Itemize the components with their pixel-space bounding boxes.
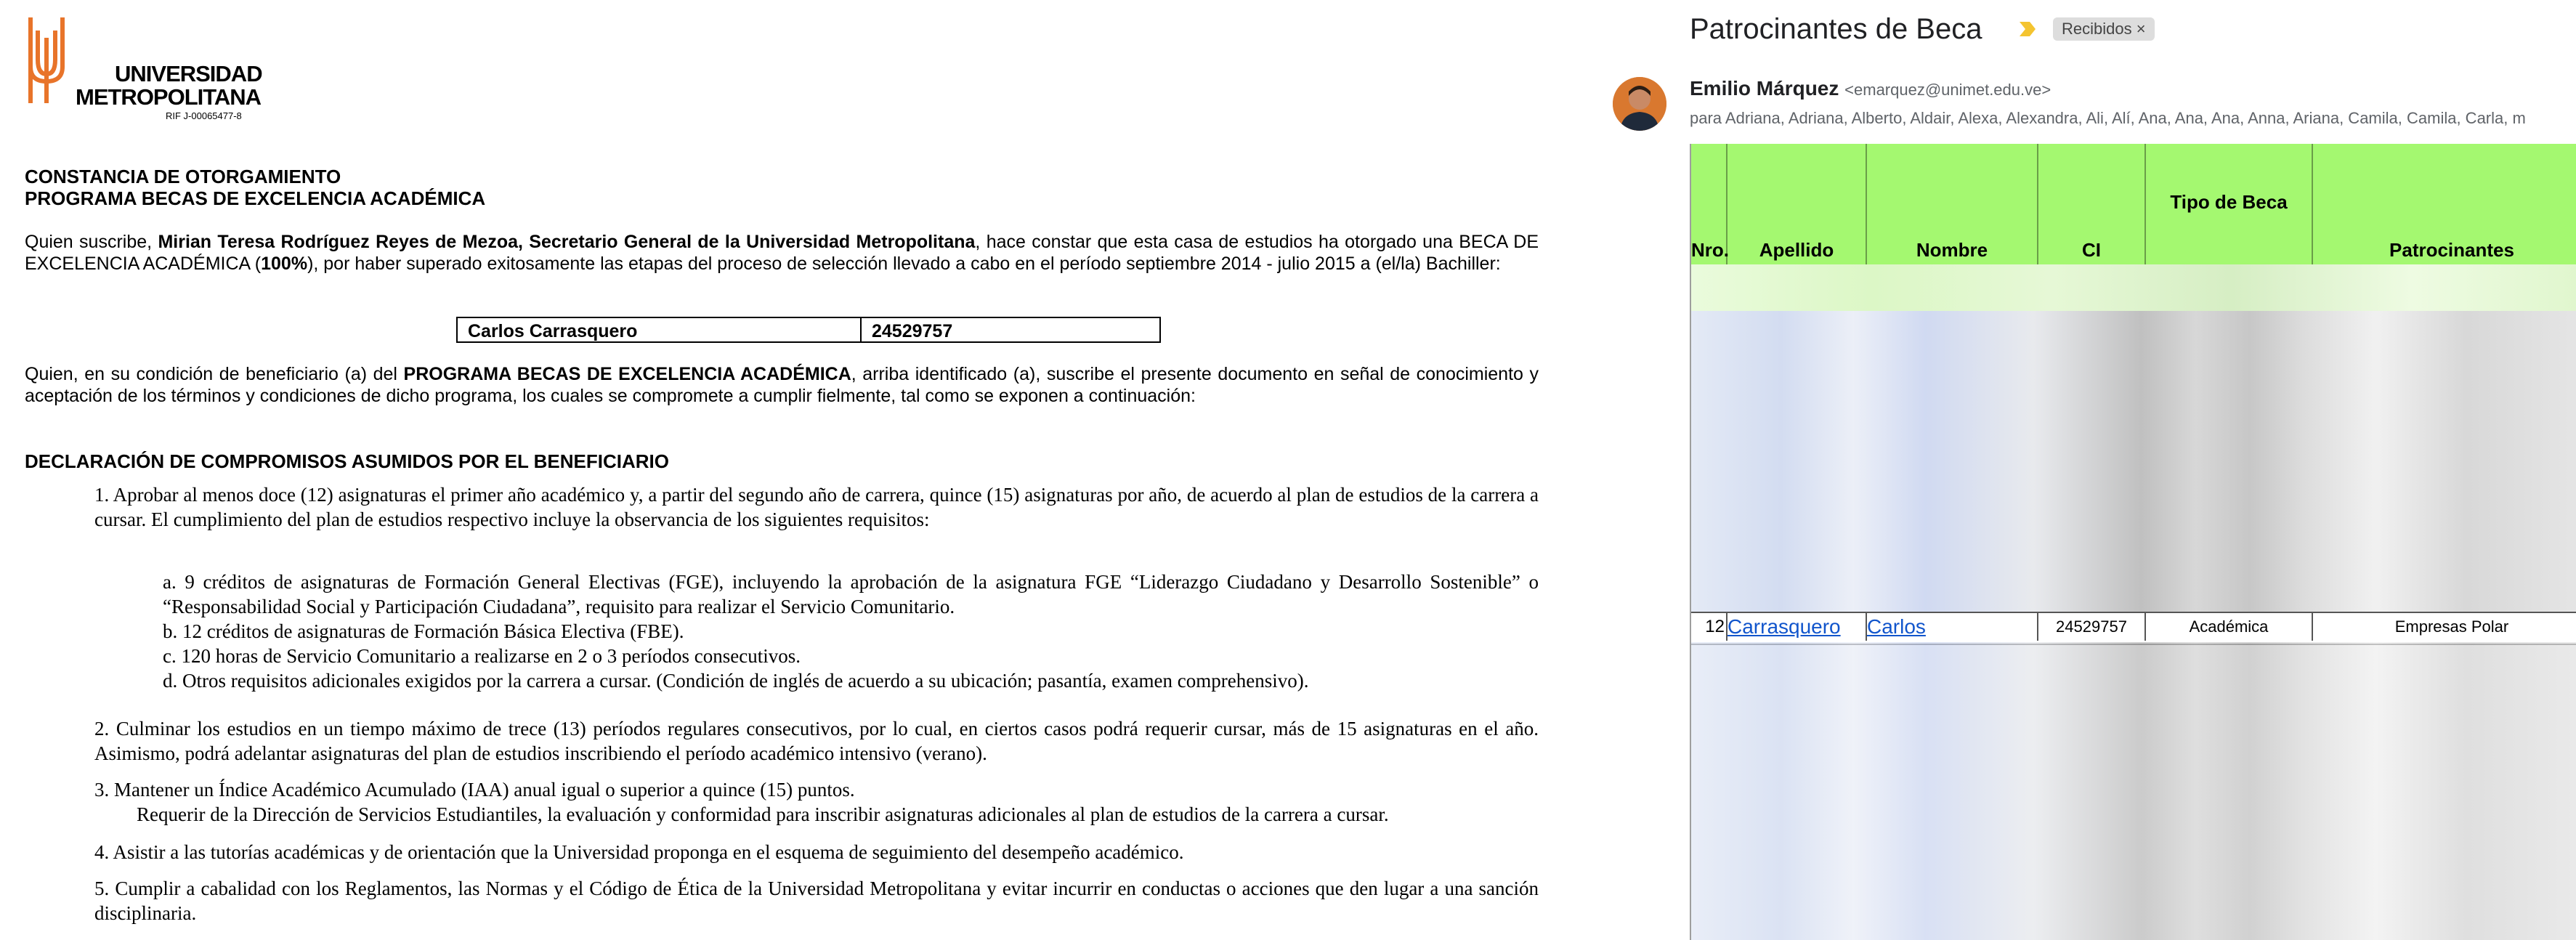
- commitment-item-3-detail: Requerir de la Dirección de Servicios Es…: [137, 803, 1389, 825]
- intro-text-a: Quien suscribe,: [25, 232, 158, 252]
- intro-text-e: ), por haber superado exitosamente las e…: [307, 254, 1501, 274]
- commitment-item-2: 2. Culminar los estudios en un tiempo má…: [94, 718, 1539, 764]
- sender-email: <emarquez@unimet.edu.ve>: [1844, 81, 2052, 99]
- header-apellido: Apellido: [1728, 144, 1867, 264]
- header-nombre: Nombre: [1867, 144, 2038, 264]
- importance-marker-icon[interactable]: [2018, 20, 2037, 38]
- sender-line: Emilio Márquez <emarquez@unimet.edu.ve>: [1690, 77, 2051, 100]
- header-nro: Nro.: [1691, 144, 1729, 264]
- commitment-item-4: 4. Asistir a las tutorías académicas y d…: [94, 841, 1184, 863]
- student-id: 24529757: [872, 321, 953, 341]
- cond-text-a: Quien, en su condición de beneficiario (…: [25, 364, 404, 384]
- student-name: Carlos Carrasquero: [458, 318, 862, 341]
- inbox-label-text: Recibidos: [2062, 20, 2132, 38]
- blurred-rows-bottom: [1691, 642, 2576, 940]
- email-subject: Patrocinantes de Beca: [1690, 13, 1982, 45]
- label-remove-icon[interactable]: ×: [2136, 20, 2146, 38]
- commitment-item-1: 1. Aprobar al menos doce (12) asignatura…: [94, 484, 1539, 530]
- nombre-link[interactable]: Carlos: [1867, 615, 1926, 638]
- header-ci: CI: [2038, 144, 2146, 264]
- cell-tipo: Académica: [2146, 613, 2313, 641]
- header-nombre-text: Nombre: [1916, 239, 1988, 261]
- declaration-heading: DECLARACIÓN DE COMPROMISOS ASUMIDOS POR …: [25, 450, 669, 472]
- header-tipo: Tipo de Beca: [2146, 144, 2313, 264]
- cell-patrocinante: Empresas Polar: [2313, 613, 2576, 641]
- university-name-line1: UNIVERSIDAD: [115, 61, 263, 86]
- table-header-row: Nro. Apellido Nombre CI Tipo de Beca Pat…: [1691, 144, 2576, 264]
- header-patrocinantes: Patrocinantes: [2313, 144, 2576, 264]
- table-row[interactable]: 12 Carrasquero Carlos 24529757 Académica…: [1691, 612, 2576, 645]
- header-nro-text: Nro.: [1691, 239, 1729, 261]
- apellido-link[interactable]: Carrasquero: [1728, 615, 1841, 638]
- cell-nombre: Carlos: [1867, 613, 2038, 641]
- inbox-label-chip[interactable]: Recibidos ×: [2053, 17, 2155, 41]
- requirement-b: b. 12 créditos de asignaturas de Formaci…: [163, 620, 684, 642]
- header-tipo-text: Tipo de Beca: [2170, 191, 2288, 213]
- intro-text-signer: Mirian Teresa Rodríguez Reyes de Mezoa, …: [158, 232, 976, 252]
- university-rif: RIF J-00065477-8: [166, 110, 242, 121]
- university-logo: UNIVERSIDAD METROPOLITANA RIF J-00065477…: [25, 16, 264, 125]
- doc-title-2: PROGRAMA BECAS DE EXCELENCIA ACADÉMICA: [25, 187, 486, 209]
- header-patrocinantes-text: Patrocinantes: [2389, 239, 2514, 261]
- sender-name: Emilio Márquez: [1690, 77, 1839, 100]
- avatar-person-icon: [1613, 77, 1666, 131]
- student-box: Carlos Carrasquero 24529757: [456, 317, 1161, 343]
- doc-title-1: CONSTANCIA DE OTORGAMIENTO: [25, 166, 341, 187]
- scholarship-document: UNIVERSIDAD METROPOLITANA RIF J-00065477…: [0, 0, 1569, 940]
- sponsors-table: Nro. Apellido Nombre CI Tipo de Beca Pat…: [1690, 144, 2576, 940]
- cell-apellido: Carrasquero: [1728, 613, 1867, 641]
- intro-text-percent: 100%: [261, 254, 308, 274]
- university-name-line2: METROPOLITANA: [76, 84, 262, 110]
- cell-nro: 12: [1691, 613, 1728, 641]
- logo-mark-icon: [28, 17, 65, 103]
- blurred-rows-top: [1691, 311, 2576, 612]
- intro-paragraph: Quien suscribe, Mirian Teresa Rodríguez …: [25, 231, 1539, 275]
- requirement-d: d. Otros requisitos adicionales exigidos…: [163, 670, 1309, 692]
- header-ci-text: CI: [2082, 239, 2101, 261]
- cond-text-program: PROGRAMA BECAS DE EXCELENCIA ACADÉMICA: [403, 364, 851, 384]
- requirement-c: c. 120 horas de Servicio Comunitario a r…: [163, 645, 801, 667]
- condition-paragraph: Quien, en su condición de beneficiario (…: [25, 363, 1539, 407]
- blurred-green-band: [1691, 264, 2576, 311]
- commitment-item-5: 5. Cumplir a cabalidad con los Reglament…: [94, 878, 1539, 924]
- requirement-a: a. 9 créditos de asignaturas de Formació…: [163, 571, 1539, 617]
- recipients-list[interactable]: para Adriana, Adriana, Alberto, Aldair, …: [1690, 109, 2526, 128]
- email-panel: Patrocinantes de Beca Recibidos × Emilio…: [1598, 0, 2576, 940]
- cell-ci: 24529757: [2038, 613, 2146, 641]
- header-apellido-text: Apellido: [1759, 239, 1834, 261]
- sender-avatar[interactable]: [1613, 77, 1666, 131]
- commitment-item-3: 3. Mantener un Índice Académico Acumulad…: [94, 779, 855, 801]
